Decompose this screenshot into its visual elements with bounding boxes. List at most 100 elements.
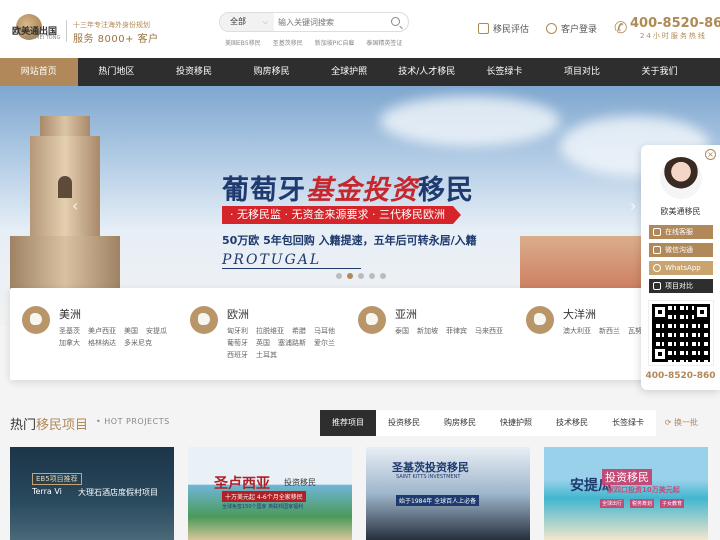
region-link[interactable]: 圣基茨: [59, 326, 80, 336]
wechat-button[interactable]: 微信沟通: [649, 243, 713, 257]
tab-recommended[interactable]: 推荐项目: [320, 410, 376, 436]
region-link[interactable]: 马来西亚: [475, 326, 503, 336]
login-link[interactable]: 客户登录: [546, 22, 597, 35]
region-link[interactable]: 菲律宾: [446, 326, 467, 336]
hotline-number: 400-8520-860: [630, 16, 720, 31]
banner-next-arrow[interactable]: ›: [630, 196, 636, 215]
region-link[interactable]: 塞浦路斯: [278, 338, 306, 348]
region-link[interactable]: 多米尼克: [124, 338, 152, 348]
region-link[interactable]: 安提瓜: [146, 326, 167, 336]
hotword-link[interactable]: 美国EB5移民: [225, 38, 261, 47]
nav-item-compare[interactable]: 项目对比: [543, 58, 621, 86]
region-links: 圣基茨 美卢西亚 美国 安提瓜 加拿大 格林纳达 多米尼克: [59, 326, 179, 348]
region-link[interactable]: 美卢西亚: [88, 326, 116, 336]
search-category-select[interactable]: 全部 ⌵: [220, 13, 274, 31]
widget-phone: 400-8520-860: [645, 371, 716, 381]
tab-investment[interactable]: 投资移民: [376, 410, 432, 436]
region-link[interactable]: 澳大利亚: [563, 326, 591, 336]
main-nav: 网站首页 热门地区 投资移民 购房移民 全球护照 技术/人才移民 长签绿卡 项目…: [0, 58, 720, 86]
banner-dot[interactable]: [358, 273, 364, 279]
project-cards: EB5项目推荐 Terra Vi 大理石酒店度假村项目 圣卢西亚 投资移民 十万…: [10, 447, 710, 540]
site-logo[interactable]: 欧美通出国 OU MEI TONG: [12, 14, 62, 44]
card-title: 圣卢西亚: [214, 476, 270, 492]
region-link[interactable]: 爱尔兰: [314, 338, 335, 348]
region-name[interactable]: 大洋洲: [563, 306, 596, 322]
nav-item-passport[interactable]: 全球护照: [310, 58, 388, 86]
refresh-button[interactable]: ⟳ 换一批: [665, 417, 698, 428]
banner-prev-arrow[interactable]: ‹: [72, 196, 78, 215]
region-link[interactable]: 美国: [124, 326, 138, 336]
compare-button[interactable]: 项目对比: [649, 279, 713, 293]
hotword-link[interactable]: 新加坡PIC自雇: [315, 38, 355, 47]
search-icon[interactable]: [391, 17, 400, 26]
americas-map-icon: [22, 306, 50, 334]
banner-title: 葡萄牙基金投资移民: [222, 168, 474, 207]
nav-item-greencard[interactable]: 长签绿卡: [466, 58, 544, 86]
region-links: 匈牙利 拉脱维亚 希腊 马耳他 葡萄牙 英国 塞浦路斯 爱尔兰 西班牙 土耳其: [227, 326, 347, 360]
region-link[interactable]: 拉脱维亚: [256, 326, 284, 336]
region-link[interactable]: 匈牙利: [227, 326, 248, 336]
project-card[interactable]: 圣基茨投资移民 SAINT KITTS INVESTMENT 始于1984年 全…: [366, 447, 530, 540]
tab-skilled[interactable]: 技术移民: [544, 410, 600, 436]
project-tabs: 推荐项目 投资移民 购房移民 快捷护照 技术移民 长签绿卡: [320, 410, 656, 436]
card-title: 圣基茨投资移民: [392, 461, 469, 474]
banner-title-highlight: 基金投资: [306, 175, 418, 206]
hot-projects-header: 热门移民项目 • HOT PROJECTS 推荐项目 投资移民 购房移民 快捷护…: [10, 410, 710, 438]
assess-link[interactable]: 移民评估: [478, 22, 529, 35]
qr-eye: [694, 304, 710, 320]
banner-dot[interactable]: [336, 273, 342, 279]
region-name[interactable]: 亚洲: [395, 306, 417, 322]
chat-icon: [653, 228, 661, 236]
region-link[interactable]: 英国: [256, 338, 270, 348]
section-title: 热门移民项目: [10, 414, 88, 433]
region-link[interactable]: 格林纳达: [88, 338, 116, 348]
banner-title-part: 葡萄牙: [222, 175, 306, 206]
search-bar: 全部 ⌵: [219, 12, 409, 32]
nav-item-about[interactable]: 关于我们: [621, 58, 699, 86]
card-subtitle: 一家四口投资10万美元起: [600, 486, 680, 494]
card-title: 大理石酒店度假村项目: [78, 488, 158, 497]
online-service-button[interactable]: 在线客服: [649, 225, 713, 239]
region-link[interactable]: 希腊: [292, 326, 306, 336]
region-link[interactable]: 新加坡: [417, 326, 438, 336]
nav-item-property[interactable]: 购房移民: [233, 58, 311, 86]
wechat-icon: [653, 246, 661, 254]
search-input[interactable]: [278, 15, 378, 29]
region-link[interactable]: 葡萄牙: [227, 338, 248, 348]
nav-item-home[interactable]: 网站首页: [0, 58, 78, 86]
region-link[interactable]: 马耳他: [314, 326, 335, 336]
region-link[interactable]: 新西兰: [599, 326, 620, 336]
hotword-link[interactable]: 圣基茨移民: [273, 38, 303, 47]
button-label: WhatsApp: [665, 264, 701, 272]
oceania-map-icon: [526, 306, 554, 334]
region-name[interactable]: 美洲: [59, 306, 81, 322]
banner-dot[interactable]: [369, 273, 375, 279]
search-hotwords: 美国EB5移民 圣基茨移民 新加坡PIC自雇 泰国精英签证: [225, 38, 402, 47]
project-card[interactable]: 安提瓜 投资移民 一家四口投资10万美元起 全球出行 税务筹划 子女教育: [544, 447, 708, 540]
project-card[interactable]: 圣卢西亚 投资移民 十万美元起 4-6个月全家移民 全球免签150个国家 英联邦…: [188, 447, 352, 540]
close-icon[interactable]: ×: [705, 149, 716, 160]
project-card[interactable]: EB5项目推荐 Terra Vi 大理石酒店度假村项目: [10, 447, 174, 540]
tab-greencard[interactable]: 长签绿卡: [600, 410, 656, 436]
whatsapp-button[interactable]: WhatsApp: [649, 261, 713, 275]
tab-passport[interactable]: 快捷护照: [488, 410, 544, 436]
region-name[interactable]: 欧洲: [227, 306, 249, 322]
hotline-subtext: 24小时服务热线: [640, 32, 707, 40]
nav-item-investment[interactable]: 投资移民: [155, 58, 233, 86]
hotword-link[interactable]: 泰国精英签证: [366, 38, 402, 47]
qr-eye: [652, 346, 668, 362]
qr-eye: [652, 304, 668, 320]
assess-icon: [478, 23, 489, 34]
region-link[interactable]: 土耳其: [256, 350, 277, 360]
nav-item-regions[interactable]: 热门地区: [78, 58, 156, 86]
banner-dot[interactable]: [380, 273, 386, 279]
tab-property[interactable]: 购房移民: [432, 410, 488, 436]
banner-dot-active[interactable]: [347, 273, 353, 279]
compare-icon: [653, 282, 661, 290]
region-link[interactable]: 泰国: [395, 326, 409, 336]
region-link[interactable]: 加拿大: [59, 338, 80, 348]
banner-title-part: 移民: [418, 175, 474, 206]
region-link[interactable]: 西班牙: [227, 350, 248, 360]
regions-panel: 美洲 圣基茨 美卢西亚 美国 安提瓜 加拿大 格林纳达 多米尼克 欧洲 匈牙利 …: [10, 288, 665, 380]
nav-item-skilled[interactable]: 技术/人才移民: [388, 58, 466, 86]
